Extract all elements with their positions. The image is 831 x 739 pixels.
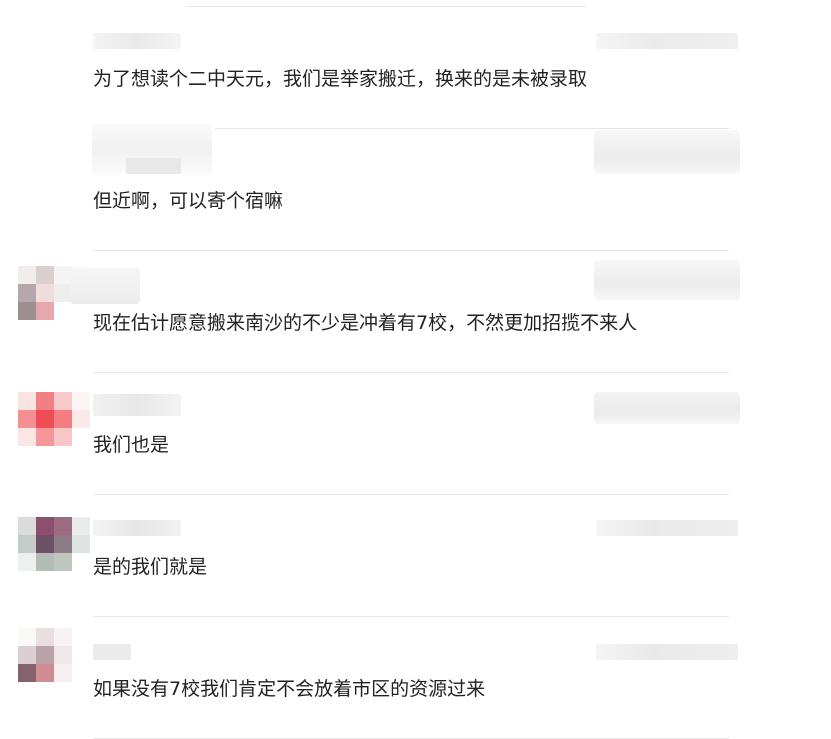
timestamp-blurred: [596, 520, 738, 536]
username-blurred: [93, 520, 181, 536]
comment-divider: [215, 128, 729, 129]
timestamp-blurred: [596, 644, 738, 660]
timestamp-blurred: [594, 260, 740, 300]
comment-divider: [93, 494, 729, 495]
timestamp-blurred: [596, 33, 738, 49]
comment-divider: [186, 6, 586, 7]
username-blurred: [70, 268, 140, 304]
avatar[interactable]: [18, 517, 90, 571]
avatar[interactable]: [18, 392, 90, 446]
timestamp-blurred: [594, 130, 740, 174]
comment-text: 是的我们就是: [93, 556, 208, 578]
comment-divider: [93, 250, 729, 251]
timestamp-blurred: [594, 392, 740, 424]
comment-text: 我们也是: [93, 434, 170, 456]
comment-text: 为了想读个二中天元，我们是举家搬迁，换来的是未被录取: [93, 68, 588, 90]
comment-divider: [93, 616, 729, 617]
username-blurred: [126, 158, 181, 174]
username-blurred: [93, 644, 131, 660]
username-blurred: [93, 394, 181, 416]
comment-text: 但近啊，可以寄个宿嘛: [93, 190, 284, 212]
username-blurred: [93, 33, 181, 49]
comment-divider: [93, 372, 729, 373]
avatar[interactable]: [18, 628, 90, 682]
comment-text: 如果没有7校我们肯定不会放着市区的资源过来: [93, 678, 486, 700]
comment-text: 现在估计愿意搬来南沙的不少是冲着有7校，不然更加招揽不来人: [93, 312, 638, 334]
